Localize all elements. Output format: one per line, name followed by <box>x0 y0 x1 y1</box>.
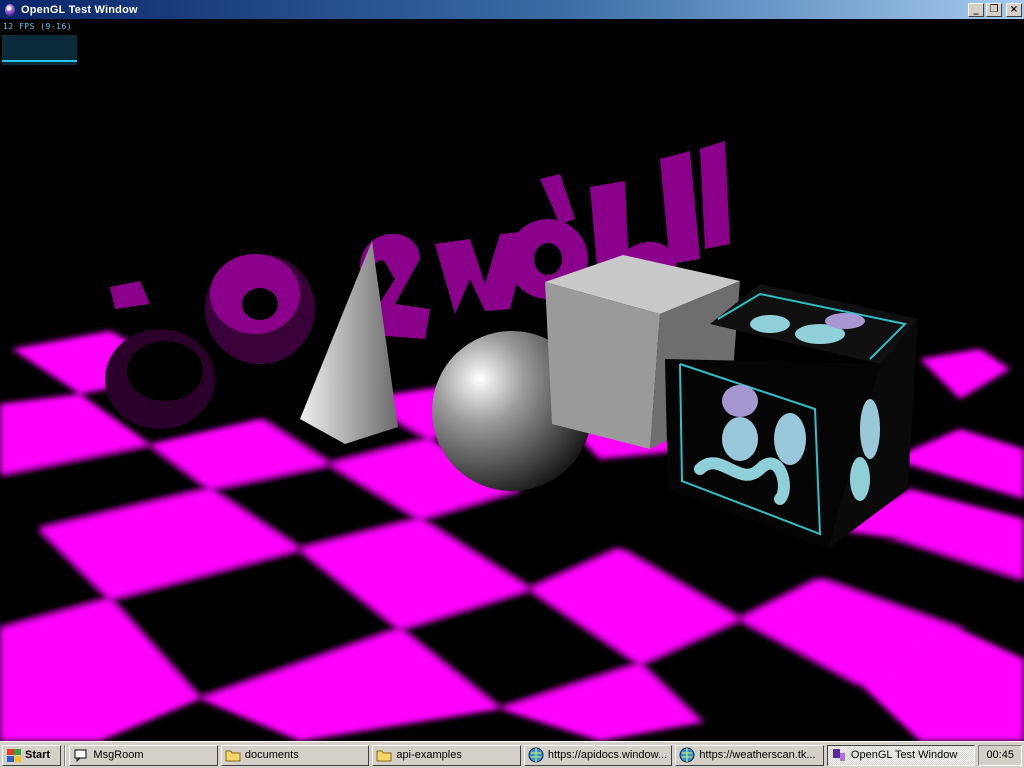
fps-counter: 12 FPS (9-16) <box>2 21 77 65</box>
fps-graph <box>2 35 77 65</box>
taskbar: Start MsgRoom documents api-examples htt… <box>0 741 1024 768</box>
opengl-viewport[interactable]: 12 FPS (9-16) <box>0 19 1024 741</box>
taskbar-item-documents[interactable]: documents <box>220 744 370 766</box>
fps-text: 12 FPS (9-16) <box>3 22 73 31</box>
scene-render <box>0 141 1024 741</box>
start-button[interactable]: Start <box>2 744 62 766</box>
taskbar-item-weatherscan[interactable]: https://weatherscan.tk... <box>675 744 824 766</box>
start-label: Start <box>25 749 51 761</box>
chat-icon <box>73 747 89 763</box>
minimize-button[interactable]: _ <box>968 2 984 17</box>
close-button[interactable]: × <box>1006 2 1022 17</box>
restore-button[interactable]: ❐ <box>986 2 1002 17</box>
clock-text: 00:45 <box>986 749 1014 761</box>
taskbar-item-apidocs[interactable]: https://apidocs.window... <box>523 744 673 766</box>
window-title: OpenGL Test Window <box>21 3 138 16</box>
browser-icon <box>528 747 544 763</box>
opengl-app-icon[interactable] <box>3 3 17 17</box>
opengl-app-icon <box>831 747 847 763</box>
window-title-bar[interactable]: OpenGL Test Window _ ❐ × <box>0 0 1024 19</box>
browser-icon <box>679 747 695 763</box>
folder-icon <box>376 747 392 763</box>
windows-logo-icon <box>6 748 22 762</box>
cone-object <box>300 241 398 444</box>
taskbar-item-msgroom[interactable]: MsgRoom <box>69 744 218 766</box>
taskbar-item-opengl-test-window[interactable]: OpenGL Test Window <box>826 744 976 766</box>
taskbar-item-api-examples[interactable]: api-examples <box>372 744 521 766</box>
folder-icon <box>225 747 241 763</box>
system-tray-clock[interactable]: 00:45 <box>978 744 1022 766</box>
